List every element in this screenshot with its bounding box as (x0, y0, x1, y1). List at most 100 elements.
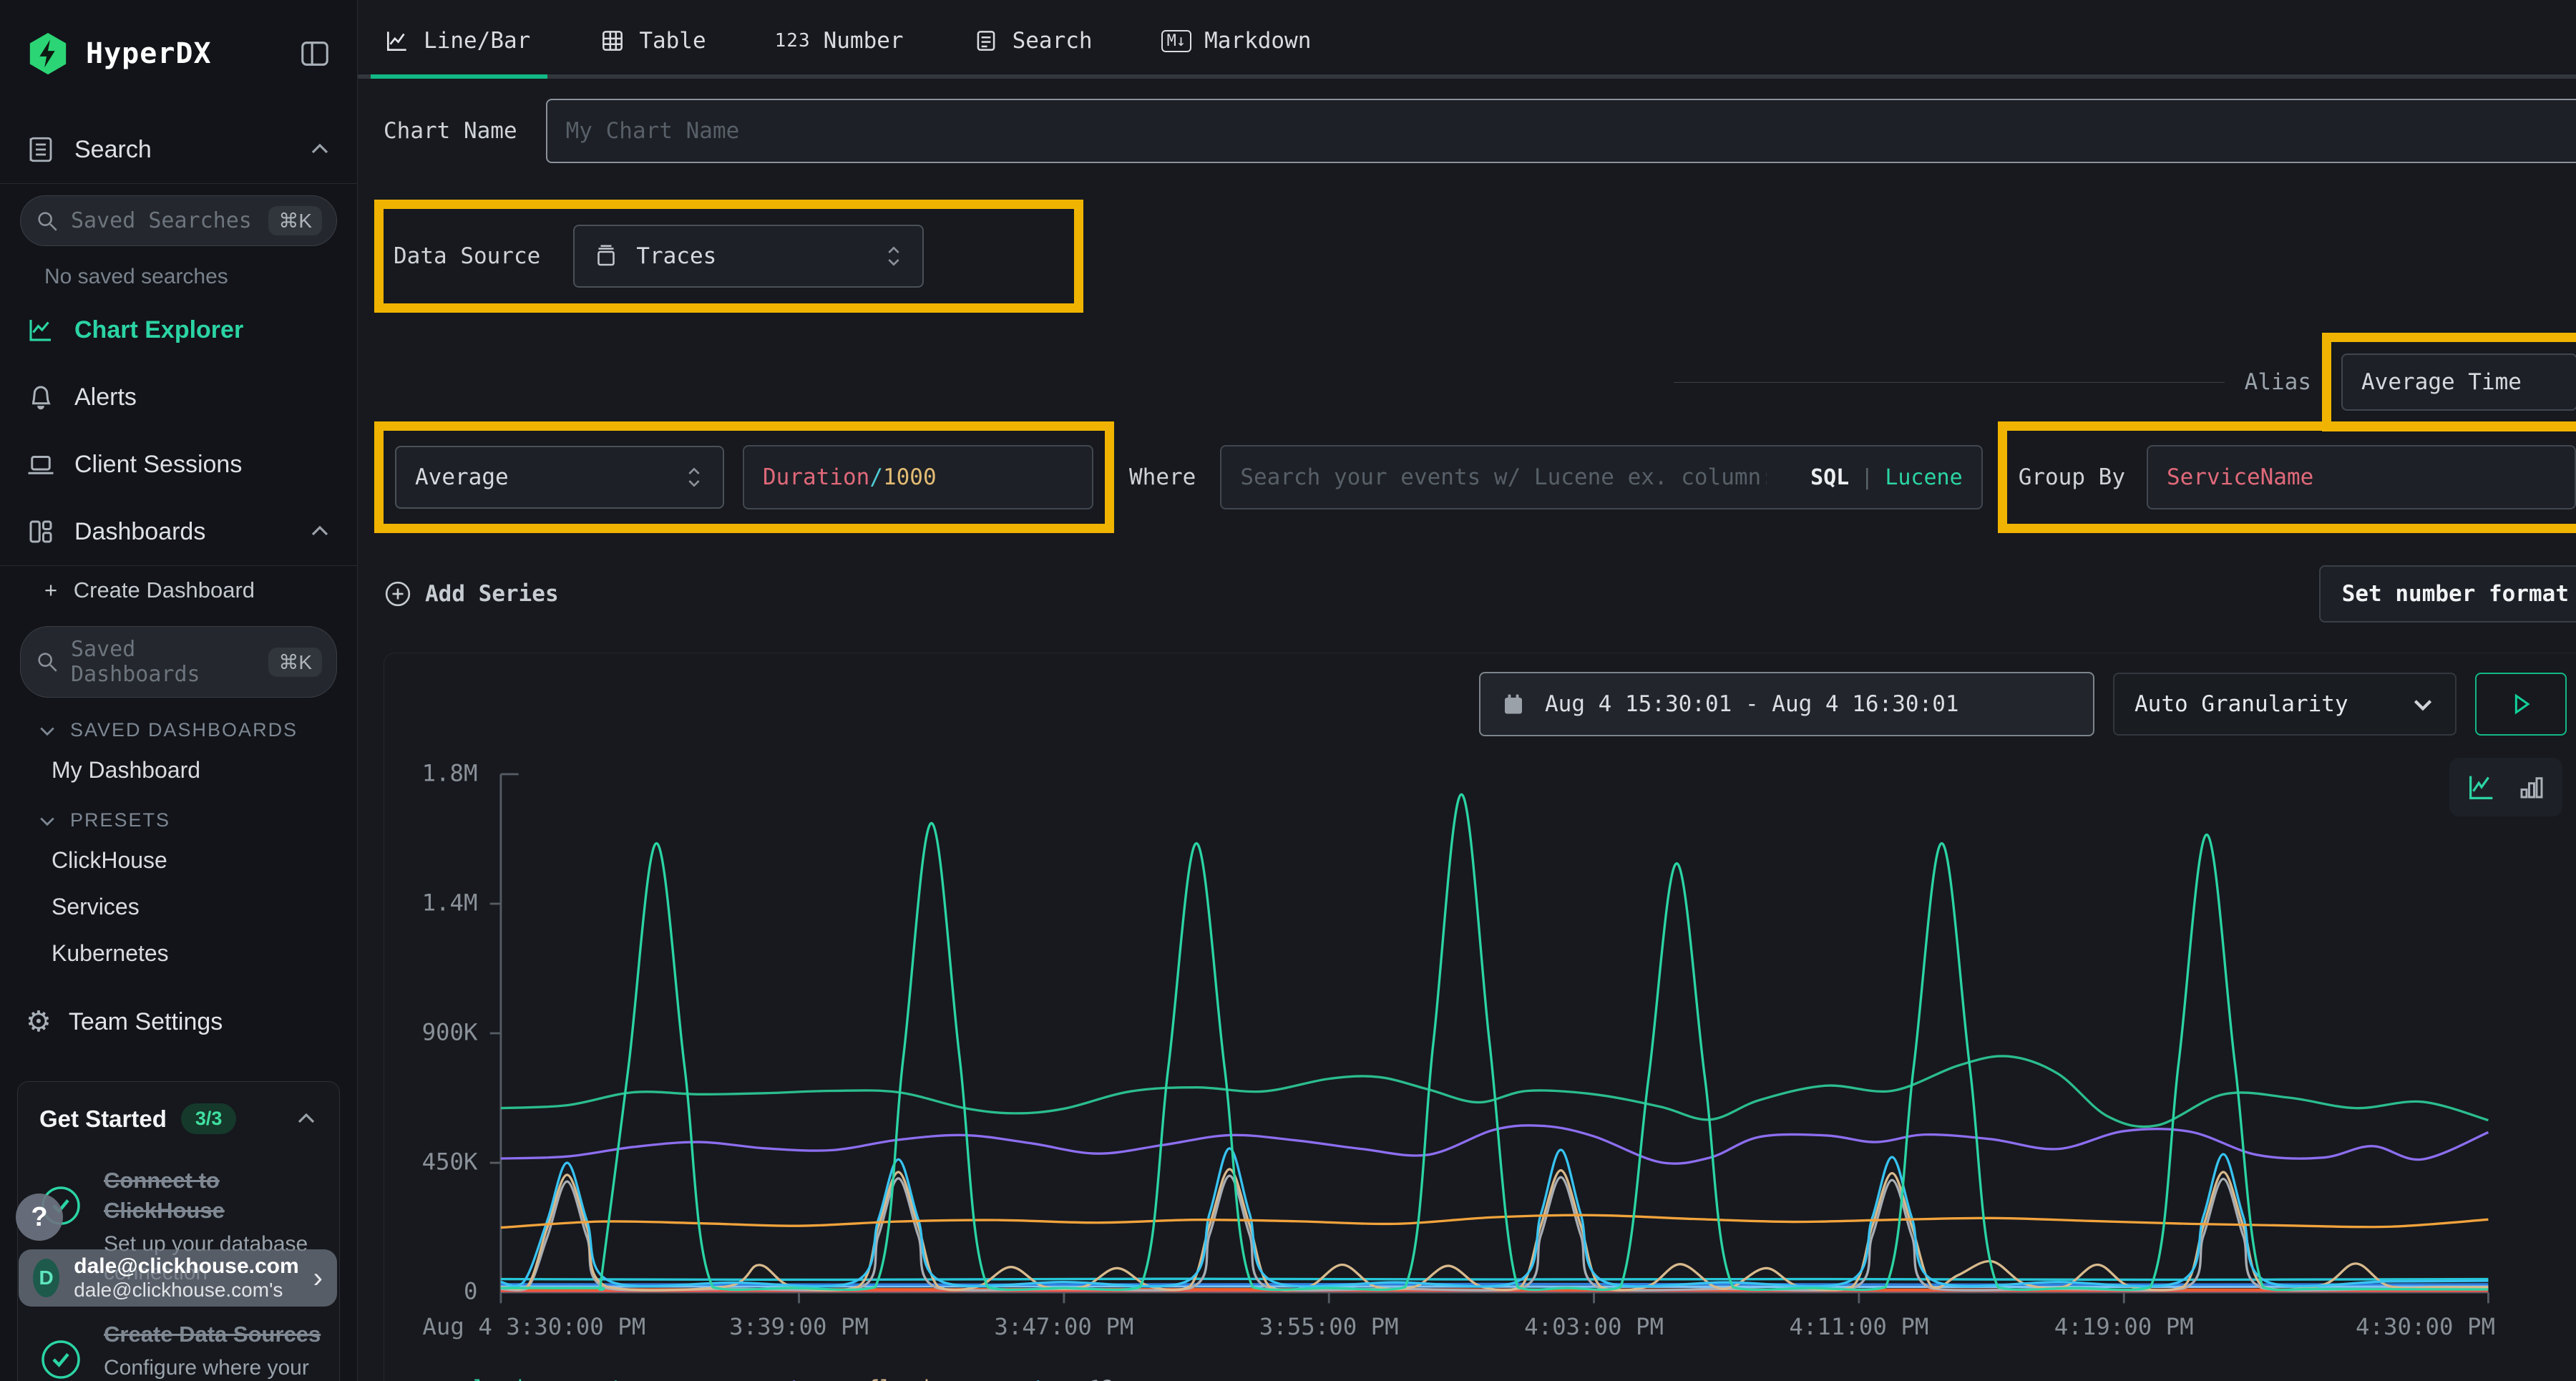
granularity-value: Auto Granularity (2135, 691, 2348, 717)
tab-number[interactable]: 123 Number (775, 27, 904, 74)
chart-name-input[interactable] (566, 118, 2572, 144)
add-series-button[interactable]: Add Series (384, 580, 559, 608)
search-doc-icon (972, 27, 1000, 54)
sidebar-item-chart-explorer[interactable]: Chart Explorer (0, 296, 357, 363)
number-123-icon: 123 (775, 30, 811, 52)
chart-name-label: Chart Name (384, 118, 517, 144)
group-presets[interactable]: PRESETS (0, 794, 357, 837)
date-range-picker[interactable]: Aug 4 15:30:01 - Aug 4 16:30:01 (1479, 672, 2094, 736)
add-series-label: Add Series (425, 581, 559, 607)
legend-item[interactable]: flagd (833, 1376, 930, 1381)
chart-legend: load-generator payment flagd cart +12 more (439, 1376, 2567, 1381)
sql-toggle[interactable]: SQL (1810, 465, 1849, 490)
sidebar-item-services[interactable]: Services (0, 884, 357, 930)
chart-panel: Aug 4 15:30:01 - Aug 4 16:30:01 Auto Gra… (384, 653, 2576, 1381)
sidebar-item-label: Client Sessions (74, 451, 242, 479)
tab-label: Table (639, 28, 706, 54)
run-query-button[interactable] (2475, 673, 2567, 736)
search-icon (35, 209, 59, 233)
sidebar-item-alerts[interactable]: Alerts (0, 363, 357, 431)
team-settings-label: Team Settings (69, 1008, 223, 1036)
sidebar-item-label: Dashboards (74, 518, 205, 546)
hyperdx-logo-icon (26, 31, 70, 76)
alias-input[interactable] (2361, 369, 2557, 395)
saved-searches-placeholder: Saved Searches (71, 208, 252, 233)
search-section-icon (26, 135, 56, 165)
tab-line-bar[interactable]: Line/Bar (384, 27, 530, 74)
create-dashboard-button[interactable]: + Create Dashboard (0, 566, 357, 615)
chevron-up-icon[interactable] (308, 520, 331, 543)
line-mode-icon[interactable] (2465, 771, 2498, 804)
sidebar-item-dashboards[interactable]: Dashboards (0, 498, 357, 565)
legend-item[interactable]: load-generator (439, 1376, 648, 1381)
step-title: Create Data Sources (104, 1319, 347, 1350)
group-by-input[interactable] (2167, 464, 2556, 490)
gear-icon: ⚙ (26, 1005, 52, 1038)
tab-markdown[interactable]: M↓ Markdown (1161, 27, 1312, 74)
svg-text:4:30:00 PM: 4:30:00 PM (2356, 1313, 2495, 1340)
check-circle-icon (39, 1319, 85, 1381)
app-title: HyperDX (86, 37, 212, 70)
legend-item[interactable]: payment (679, 1376, 801, 1381)
set-number-format-button[interactable]: Set number format (2319, 565, 2576, 623)
no-saved-searches-text: No saved searches (0, 252, 357, 296)
legend-label: payment (713, 1376, 801, 1381)
saved-dashboards-placeholder: Saved Dashboards (71, 637, 268, 687)
timeseries-chart[interactable]: 0450K900K1.4M1.8MAug 4 3:30:00 PM3:39:00… (399, 741, 2567, 1370)
user-menu[interactable]: D dale@clickhouse.com dale@clickhouse.co… (19, 1249, 337, 1307)
get-started-progress-badge: 3/3 (181, 1103, 237, 1134)
user-email: dale@clickhouse.com (74, 1254, 298, 1278)
chevron-up-icon[interactable] (295, 1108, 318, 1131)
dashboards-icon (26, 517, 56, 547)
aggregation-select[interactable]: Average (395, 446, 724, 509)
collapse-sidebar-icon[interactable] (298, 37, 331, 70)
legend-item[interactable]: cart (961, 1376, 1045, 1381)
chevron-down-icon (37, 811, 57, 831)
date-range-value: Aug 4 15:30:01 - Aug 4 16:30:01 (1545, 691, 1959, 717)
user-subtitle: dale@clickhouse.com's (74, 1278, 298, 1302)
group-by-label: Group By (2019, 464, 2125, 490)
data-source-select[interactable]: Traces (573, 225, 924, 288)
svg-text:4:03:00 PM: 4:03:00 PM (1524, 1313, 1664, 1340)
group-by-annotated-group: Group By (2007, 431, 2576, 524)
sidebar-item-my-dashboard[interactable]: My Dashboard (0, 747, 357, 794)
chevron-down-icon (37, 721, 57, 741)
bell-icon (26, 382, 56, 412)
sidebar-item-client-sessions[interactable]: Client Sessions (0, 431, 357, 498)
plus-circle-icon (384, 580, 412, 608)
alias-annotated-group (2331, 342, 2576, 422)
bar-mode-icon[interactable] (2517, 772, 2547, 802)
expr-number: 1000 (883, 464, 937, 490)
svg-text:0: 0 (464, 1278, 478, 1305)
sidebar-item-clickhouse[interactable]: ClickHouse (0, 837, 357, 884)
create-dashboard-label: Create Dashboard (74, 577, 255, 602)
legend-more-link[interactable]: +12 more (1077, 1376, 1177, 1381)
sidebar-item-search[interactable]: Search (0, 116, 357, 183)
tab-search[interactable]: Search (972, 27, 1093, 74)
data-source-label: Data Source (394, 243, 540, 269)
tab-table[interactable]: Table (599, 27, 706, 74)
expr-operator: / (869, 464, 883, 490)
svg-text:900K: 900K (422, 1019, 478, 1046)
svg-text:4:19:00 PM: 4:19:00 PM (2054, 1313, 2194, 1340)
help-button[interactable]: ? (16, 1194, 63, 1241)
tab-label: Search (1013, 28, 1093, 54)
group-label: PRESETS (70, 809, 170, 831)
granularity-select[interactable]: Auto Granularity (2113, 673, 2457, 736)
markdown-icon: M↓ (1161, 30, 1192, 52)
where-input[interactable] (1240, 464, 1766, 490)
main-content: Line/Bar Table 123 Number Search M↓ Mark… (358, 0, 2576, 1381)
get-started-step-2[interactable]: Create Data Sources Configure where your… (39, 1319, 318, 1381)
field-expression-input[interactable]: Duration/1000 (743, 445, 1093, 509)
sidebar-item-kubernetes[interactable]: Kubernetes (0, 930, 357, 977)
chevron-up-icon[interactable] (308, 138, 331, 161)
lucene-toggle[interactable]: Lucene (1885, 465, 1962, 490)
shortcut-badge: ⌘K (268, 206, 322, 235)
saved-searches-input[interactable]: Saved Searches ⌘K (20, 195, 337, 246)
sidebar-item-label: Search (74, 136, 152, 164)
group-by-field (2147, 445, 2576, 509)
saved-dashboards-input[interactable]: Saved Dashboards ⌘K (20, 626, 337, 698)
aggregation-value: Average (415, 464, 509, 490)
sidebar-item-team-settings[interactable]: ⚙ Team Settings (0, 977, 357, 1067)
group-saved-dashboards[interactable]: SAVED DASHBOARDS (0, 703, 357, 747)
